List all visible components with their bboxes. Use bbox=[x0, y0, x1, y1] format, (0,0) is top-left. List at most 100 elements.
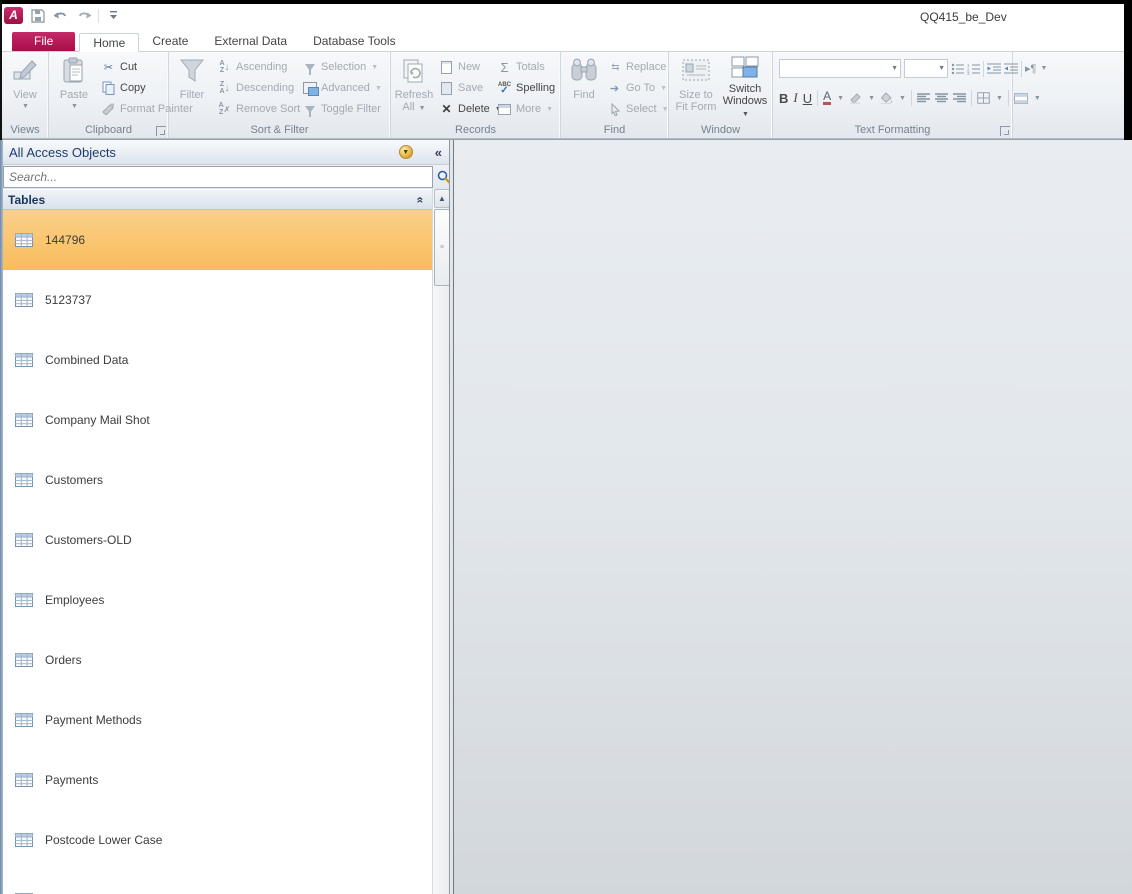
paste-button[interactable]: Paste ▼ bbox=[53, 55, 95, 121]
totals-button[interactable]: Σ Totals bbox=[497, 58, 555, 76]
switch-windows-button[interactable]: Switch Windows ▼ bbox=[721, 55, 769, 121]
table-icon bbox=[15, 533, 33, 547]
align-right-icon[interactable] bbox=[952, 92, 966, 104]
scrollbar-up-arrow[interactable]: ▲ bbox=[434, 189, 450, 208]
paste-icon bbox=[59, 55, 89, 87]
nav-item-label: Employees bbox=[45, 593, 105, 607]
alternate-row-color-icon[interactable] bbox=[1013, 92, 1028, 104]
nav-scrollbar[interactable]: ▲ ≡ bbox=[432, 189, 450, 894]
increase-indent-icon[interactable] bbox=[1004, 63, 1018, 75]
toggle-filter-button[interactable]: Toggle Filter bbox=[302, 100, 382, 118]
selection-button[interactable]: Selection ▼ bbox=[302, 58, 382, 76]
view-button[interactable]: View ▼ bbox=[4, 55, 46, 121]
nav-table-list: 144796 5123737 Combined Data Company Mai… bbox=[2, 210, 432, 894]
text-formatting-dialog-launcher[interactable] bbox=[1000, 126, 1010, 136]
select-icon bbox=[607, 102, 622, 117]
font-color-button[interactable]: A bbox=[823, 90, 832, 105]
filter-icon bbox=[177, 55, 207, 87]
customize-qat-arrow[interactable] bbox=[105, 7, 122, 24]
nav-item[interactable]: Customers bbox=[2, 450, 432, 510]
nav-item[interactable]: Payments bbox=[2, 750, 432, 810]
redo-icon[interactable] bbox=[75, 7, 92, 24]
nav-pane-splitter[interactable] bbox=[449, 140, 454, 894]
align-left-icon[interactable] bbox=[916, 92, 930, 104]
group-views: View ▼ Views bbox=[2, 52, 49, 138]
filter-button[interactable]: Filter bbox=[171, 55, 213, 121]
italic-button[interactable]: I bbox=[793, 90, 797, 106]
underline-button[interactable]: U bbox=[803, 91, 812, 106]
undo-icon[interactable] bbox=[52, 7, 69, 24]
group-sort-filter: Filter A Z ↓ Ascending Z A ↓ Descending A Z ✗ … bbox=[169, 52, 391, 138]
descending-button[interactable]: Z A ↓ Descending bbox=[217, 79, 300, 97]
spelling-button[interactable]: ABC ✓ Spelling bbox=[497, 79, 555, 97]
tab-file[interactable]: File bbox=[12, 32, 76, 51]
nav-section-header-tables[interactable]: Tables « bbox=[2, 189, 432, 210]
font-size-combobox[interactable]: ▼ bbox=[904, 59, 948, 78]
scrollbar-thumb[interactable]: ≡ bbox=[434, 209, 450, 286]
save-icon[interactable] bbox=[29, 7, 46, 24]
nav-item[interactable]: Company Mail Shot bbox=[2, 390, 432, 450]
replace-label: Replace bbox=[626, 61, 667, 73]
bold-button[interactable]: B bbox=[779, 91, 788, 106]
group-label-records: Records bbox=[455, 124, 496, 136]
group-label-find: Find bbox=[603, 124, 626, 136]
selection-icon bbox=[304, 63, 315, 75]
refresh-all-button[interactable]: Refresh All ▼ bbox=[393, 55, 435, 121]
highlight-pen-icon[interactable] bbox=[849, 92, 862, 104]
fill-color-bucket-icon[interactable] bbox=[880, 92, 893, 104]
advanced-button[interactable]: Advanced ▼ bbox=[302, 79, 382, 97]
new-record-button[interactable]: New bbox=[439, 58, 502, 76]
nav-item[interactable]: Customers-OLD bbox=[2, 510, 432, 570]
view-label: View bbox=[13, 89, 37, 101]
table-icon bbox=[15, 833, 33, 847]
find-label: Find bbox=[573, 89, 595, 101]
table-icon bbox=[15, 593, 33, 607]
nav-menu-sphere-icon[interactable]: ▼ bbox=[398, 145, 413, 159]
descending-label: Descending bbox=[236, 82, 295, 94]
group-window: Size to Fit Form Switch Windows ▼ Window bbox=[669, 52, 773, 138]
tab-database-tools[interactable]: Database Tools bbox=[300, 32, 409, 51]
save-record-button[interactable]: Save bbox=[439, 79, 502, 97]
find-button[interactable]: Find bbox=[563, 55, 605, 121]
size-to-fit-form-button[interactable]: Size to Fit Form bbox=[673, 55, 719, 121]
text-direction-icon[interactable]: ▸¶ bbox=[1025, 62, 1036, 75]
nav-pane-header[interactable]: All Access Objects ▼ « bbox=[2, 140, 454, 165]
go-to-button[interactable]: ➔ Go To ▼ bbox=[607, 79, 669, 97]
save-label: Save bbox=[458, 82, 484, 94]
navigation-pane: All Access Objects ▼ « Tables « 144796 5… bbox=[2, 140, 454, 894]
toggle-filter-label: Toggle Filter bbox=[321, 103, 381, 115]
more-button[interactable]: More ▼ bbox=[497, 100, 555, 118]
nav-item[interactable]: Postcode R bbox=[2, 870, 432, 894]
nav-item[interactable]: Postcode Lower Case bbox=[2, 810, 432, 870]
nav-item[interactable]: Payment Methods bbox=[2, 690, 432, 750]
ascending-button[interactable]: A Z ↓ Ascending bbox=[217, 58, 300, 76]
nav-item[interactable]: 5123737 bbox=[2, 270, 432, 330]
nav-item[interactable]: Combined Data bbox=[2, 330, 432, 390]
replace-button[interactable]: ⇆ Replace bbox=[607, 58, 669, 76]
find-icon bbox=[569, 55, 599, 87]
chevron-down-icon: ▼ bbox=[71, 103, 78, 110]
gridlines-icon[interactable] bbox=[977, 92, 990, 104]
tab-create[interactable]: Create bbox=[139, 32, 201, 51]
clipboard-dialog-launcher[interactable] bbox=[156, 126, 166, 136]
tab-home[interactable]: Home bbox=[79, 33, 140, 52]
delete-button[interactable]: ✕ Delete▼ bbox=[439, 100, 501, 118]
window-title: QQ415_be_Dev bbox=[920, 10, 1007, 24]
ribbon: View ▼ Views Paste ▼ ✂ Cut Copy Format P… bbox=[0, 52, 1124, 139]
nav-item[interactable]: Orders bbox=[2, 630, 432, 690]
decrease-indent-icon[interactable] bbox=[987, 63, 1001, 75]
shutter-bar-close-icon[interactable]: « bbox=[435, 145, 442, 160]
select-button[interactable]: Select ▼ bbox=[607, 100, 669, 118]
collapse-section-icon[interactable]: « bbox=[414, 196, 428, 203]
remove-sort-button[interactable]: A Z ✗ Remove Sort bbox=[217, 100, 301, 118]
switch-windows-label2: Windows bbox=[722, 95, 768, 107]
tab-external-data[interactable]: External Data bbox=[201, 32, 300, 51]
search-input[interactable] bbox=[3, 166, 433, 188]
font-name-combobox[interactable]: ▼ bbox=[779, 59, 901, 78]
align-center-icon[interactable] bbox=[934, 92, 948, 104]
numbering-icon[interactable]: 123 bbox=[967, 63, 980, 75]
nav-item[interactable]: Employees bbox=[2, 570, 432, 630]
bullets-icon[interactable] bbox=[951, 63, 964, 75]
access-app-icon[interactable]: A bbox=[4, 7, 23, 24]
nav-item[interactable]: 144796 bbox=[2, 210, 432, 270]
